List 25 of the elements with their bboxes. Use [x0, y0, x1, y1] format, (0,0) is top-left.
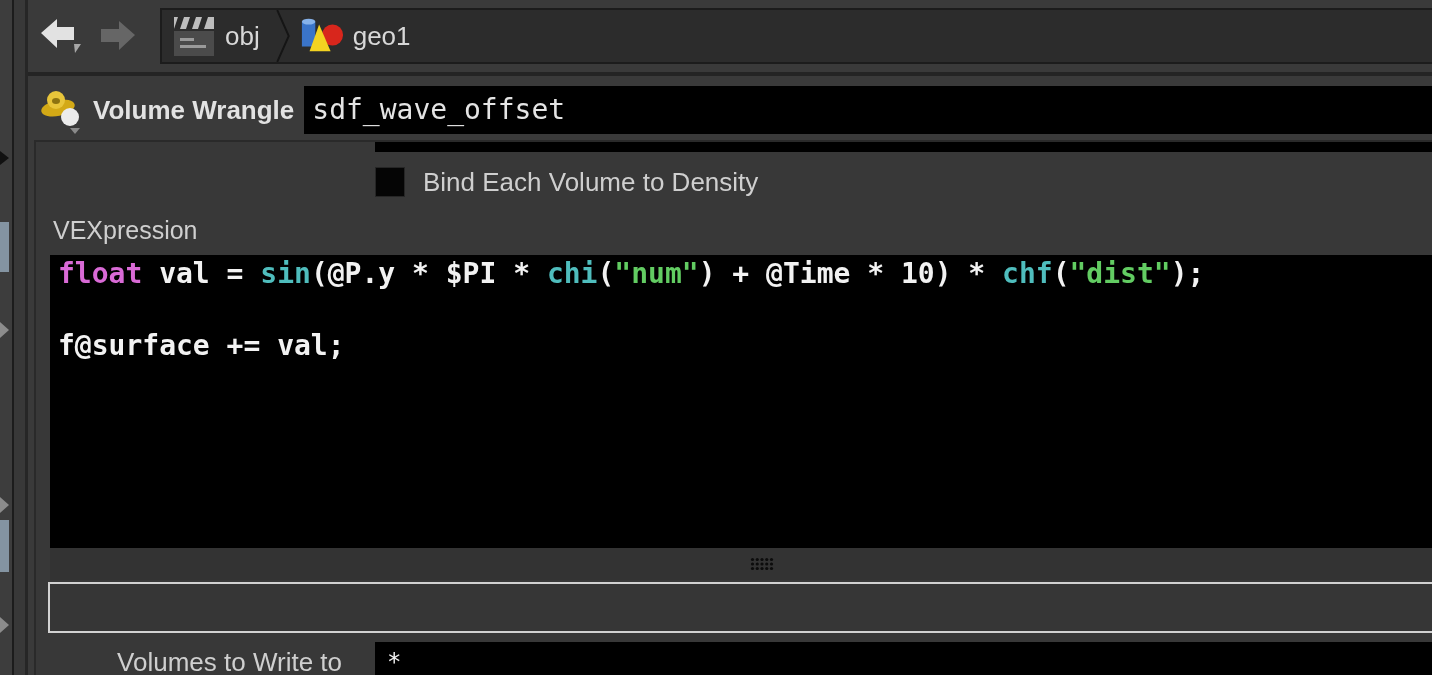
- path-item[interactable]: geo1: [299, 10, 427, 62]
- panel-tile: [0, 222, 9, 272]
- caret-icon[interactable]: [0, 617, 9, 633]
- panel-tile: [0, 520, 9, 572]
- input-field[interactable]: [48, 582, 1432, 633]
- parameter-label: VEXpression: [52, 215, 199, 245]
- back-button[interactable]: [40, 18, 82, 54]
- input-field[interactable]: *: [375, 642, 1432, 675]
- node-type-label: Volume Wrangle: [93, 94, 295, 126]
- caret-icon[interactable]: [0, 497, 9, 513]
- code-text: float val = sin(@P.y * $PI * chi("num") + @Time * 10) * chf("dist"); f@surface += val;: [58, 256, 1205, 364]
- left-arrow-icon: [40, 18, 82, 54]
- grip-icon: [750, 557, 774, 571]
- parameter-label: Volumes to Write to: [116, 646, 343, 675]
- caret-icon[interactable]: [0, 151, 9, 165]
- caret-icon[interactable]: [0, 322, 9, 338]
- code-editor[interactable]: float val = sin(@P.y * $PI * chi("num") + @Time * 10) * chf("dist"); f@surface += val;: [50, 255, 1432, 548]
- input-field[interactable]: [375, 142, 1432, 152]
- right-arrow-icon: [100, 20, 136, 52]
- splitter-bar[interactable]: [12, 0, 28, 675]
- node-name-field[interactable]: sdf_wave_offset: [304, 86, 1432, 134]
- clapperboard-icon: [172, 15, 216, 57]
- checkbox[interactable]: [375, 167, 405, 197]
- checkbox-label: Bind Each Volume to Density: [423, 166, 759, 198]
- path-item[interactable]: obj: [172, 10, 276, 62]
